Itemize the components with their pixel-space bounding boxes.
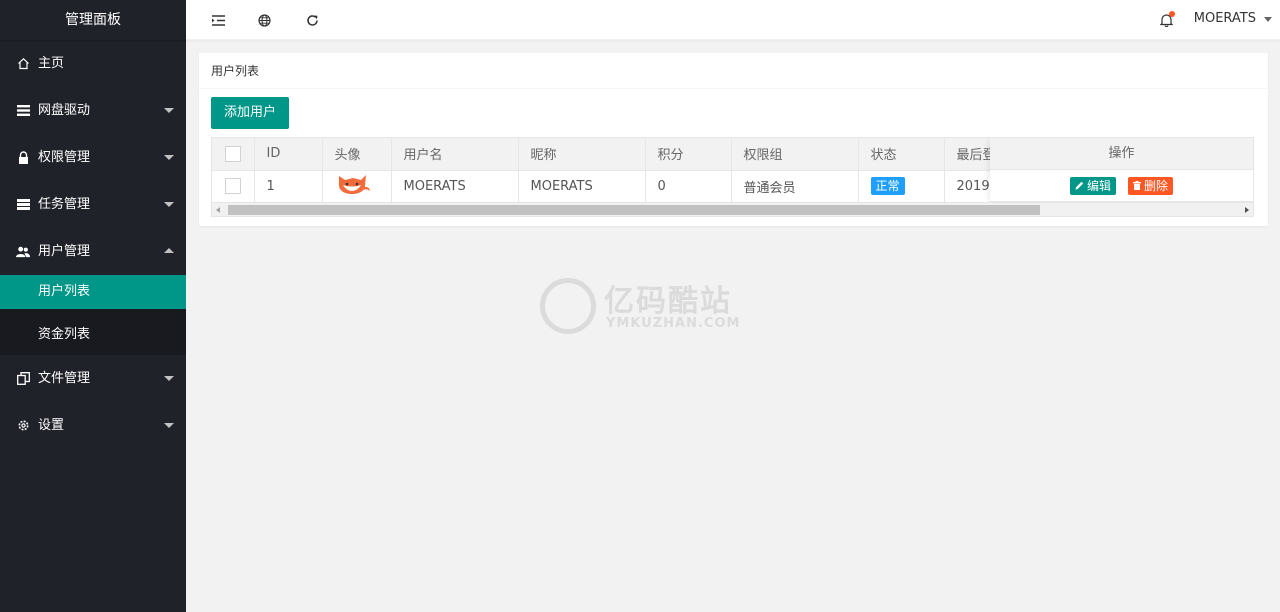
cell-group: 普通会员 — [731, 170, 859, 203]
user-name: MOERATS — [1193, 11, 1256, 26]
caret-down-icon — [1264, 17, 1272, 22]
sidebar-item-label: 主页 — [38, 56, 65, 71]
select-all-checkbox[interactable] — [224, 145, 241, 162]
watermark-subtitle: YMKUZHAN.COM — [606, 316, 741, 331]
chevron-up-icon — [164, 248, 174, 253]
watermark-logo — [540, 278, 596, 334]
sidebar-item-home[interactable]: 主页 — [0, 40, 186, 87]
notification-dot — [1169, 11, 1175, 17]
sidebar-item-permission[interactable]: 权限管理 — [0, 134, 186, 181]
chevron-down-icon — [164, 423, 174, 428]
gear-icon — [16, 402, 30, 449]
delete-label: 删除 — [1144, 179, 1169, 193]
globe-icon[interactable] — [254, 10, 274, 30]
chevron-down-icon — [164, 155, 174, 160]
scroll-left-icon[interactable] — [216, 207, 220, 213]
users-icon — [16, 228, 30, 275]
pencil-icon — [1075, 181, 1084, 190]
sidebar-subitem-fund-list[interactable]: 资金列表 — [0, 317, 186, 355]
sidebar-item-settings[interactable]: 设置 — [0, 402, 186, 449]
sidebar-item-users[interactable]: 用户管理 — [0, 228, 186, 275]
refresh-icon[interactable] — [302, 10, 322, 30]
column-header-group[interactable]: 权限组 — [731, 138, 859, 171]
sidebar-item-label: 网盘驱动 — [38, 103, 91, 118]
add-user-button[interactable]: 添加用户 — [211, 97, 289, 129]
sidebar-item-files[interactable]: 文件管理 — [0, 355, 186, 402]
sidebar-nav-lower: 文件管理 设置 — [0, 355, 186, 449]
row-checkbox[interactable] — [224, 178, 241, 194]
lock-icon — [16, 134, 30, 181]
sidebar-subitem-user-list[interactable]: 用户列表 — [0, 275, 186, 309]
edit-label: 编辑 — [1086, 179, 1111, 193]
operations-fixed-column: 操作 编辑 删除 — [990, 138, 1253, 202]
user-list-card: 用户列表 添加用户 ID 头像 用户名 昵称 积分 权限组 状态 最后登 1 M… — [199, 53, 1268, 226]
sidebar-nav: 主页 网盘驱动 权限管理 任务管理 用户管理 — [0, 40, 186, 275]
sidebar-item-label: 文件管理 — [38, 371, 91, 386]
notification-bell-icon[interactable] — [1156, 10, 1176, 30]
sidebar-item-label: 设置 — [38, 418, 65, 433]
scroll-right-icon[interactable] — [1245, 207, 1249, 213]
watermark: 亿码酷站 YMKUZHAN.COM — [540, 276, 760, 336]
sidebar-item-tasks[interactable]: 任务管理 — [0, 181, 186, 228]
chevron-down-icon — [164, 108, 174, 113]
user-menu[interactable]: MOERATS — [1194, 0, 1280, 40]
user-table: ID 头像 用户名 昵称 积分 权限组 状态 最后登 1 MOERATS MOE… — [211, 137, 1254, 217]
user-avatar — [335, 173, 371, 199]
column-header-id[interactable]: ID — [254, 138, 323, 171]
sidebar-item-label: 用户管理 — [38, 244, 91, 259]
cell-avatar — [322, 170, 392, 203]
chevron-down-icon — [164, 376, 174, 381]
card-title: 用户列表 — [199, 53, 1268, 89]
sidebar-item-label: 权限管理 — [38, 150, 91, 165]
scrollbar-thumb[interactable] — [228, 205, 1040, 215]
cell-id: 1 — [254, 170, 323, 203]
files-icon — [16, 355, 30, 402]
cell-nickname: MOERATS — [518, 170, 646, 203]
server-icon — [16, 181, 30, 228]
delete-button[interactable]: 删除 — [1128, 176, 1174, 195]
column-header-nickname[interactable]: 昵称 — [518, 138, 646, 171]
column-header-points[interactable]: 积分 — [645, 138, 732, 171]
list-icon — [16, 87, 30, 134]
cell-username: MOERATS — [391, 170, 519, 203]
horizontal-scrollbar[interactable] — [212, 202, 1253, 216]
column-header-username[interactable]: 用户名 — [391, 138, 519, 171]
cell-points: 0 — [645, 170, 732, 203]
collapse-menu-icon[interactable] — [208, 10, 228, 30]
cell-status: 正常 — [858, 170, 945, 203]
select-all-cell — [212, 138, 255, 171]
brand-title: 管理面板 — [0, 0, 186, 40]
trash-icon — [1133, 181, 1141, 190]
sidebar-item-label: 任务管理 — [38, 197, 91, 212]
edit-button[interactable]: 编辑 — [1069, 176, 1116, 195]
home-icon — [16, 40, 30, 87]
column-header-status[interactable]: 状态 — [858, 138, 945, 171]
top-header: MOERATS — [186, 0, 1280, 40]
sidebar: 管理面板 主页 网盘驱动 权限管理 任务管理 用户管理 用户列表 资金列表 文件… — [0, 0, 186, 612]
status-badge: 正常 — [870, 177, 905, 195]
row-select-cell — [212, 170, 255, 203]
watermark-title: 亿码酷站 — [604, 284, 732, 319]
chevron-down-icon — [164, 202, 174, 207]
users-subnav: 用户列表 资金列表 — [0, 275, 186, 355]
sidebar-item-drive[interactable]: 网盘驱动 — [0, 87, 186, 134]
row-actions: 编辑 删除 — [990, 170, 1253, 202]
column-header-operations: 操作 — [990, 138, 1253, 170]
column-header-avatar[interactable]: 头像 — [322, 138, 392, 171]
